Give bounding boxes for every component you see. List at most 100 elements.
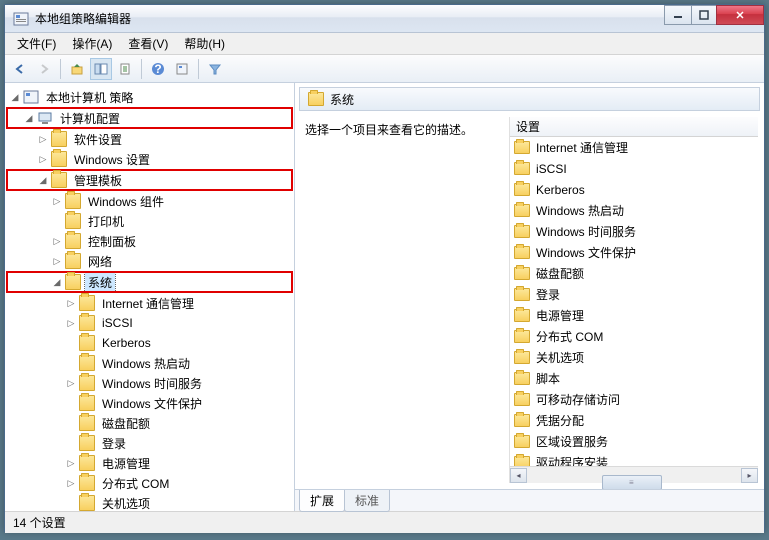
titlebar[interactable]: 本地组策略编辑器 xyxy=(5,5,764,33)
list-item[interactable]: 登录 xyxy=(510,284,758,305)
back-button[interactable] xyxy=(9,58,31,80)
expand-icon[interactable]: ▷ xyxy=(65,477,77,489)
toolbar: ? xyxy=(5,55,764,83)
collapse-icon[interactable]: ◢ xyxy=(23,112,35,124)
list-item[interactable]: 关机选项 xyxy=(510,347,758,368)
tree-label: 管理模板 xyxy=(71,171,125,190)
list-item[interactable]: Windows 热启动 xyxy=(510,200,758,221)
list-item[interactable]: Windows 时间服务 xyxy=(510,221,758,242)
folder-icon xyxy=(514,141,530,154)
tree-software-settings[interactable]: ▷ 软件设置 xyxy=(7,129,292,149)
show-hide-tree-button[interactable] xyxy=(90,58,112,80)
list-item[interactable]: Internet 通信管理 xyxy=(510,137,758,158)
tree-item[interactable]: Windows 文件保护 xyxy=(7,393,292,413)
tree-item[interactable]: 关机选项 xyxy=(7,493,292,511)
blank-toggle xyxy=(65,337,77,349)
up-button[interactable] xyxy=(66,58,88,80)
tab-extended[interactable]: 扩展 xyxy=(299,490,345,512)
tree-item[interactable]: ▷iSCSI xyxy=(7,313,292,333)
item-label: 关机选项 xyxy=(536,349,584,366)
blank-toggle xyxy=(65,497,77,509)
maximize-button[interactable] xyxy=(691,5,717,25)
expand-icon[interactable]: ▷ xyxy=(51,195,63,207)
list-item[interactable]: 可移动存储访问 xyxy=(510,389,758,410)
tab-standard[interactable]: 标准 xyxy=(344,490,390,512)
scroll-left-button[interactable]: ◂ xyxy=(510,468,527,483)
collapse-icon[interactable]: ◢ xyxy=(9,91,21,103)
collapse-icon[interactable]: ◢ xyxy=(37,174,49,186)
tree-control-panel[interactable]: ▷ 控制面板 xyxy=(7,231,292,251)
tree-item[interactable]: 磁盘配额 xyxy=(7,413,292,433)
close-button[interactable] xyxy=(716,5,764,25)
tree-item[interactable]: ▷Internet 通信管理 xyxy=(7,293,292,313)
expand-icon[interactable]: ▷ xyxy=(65,317,77,329)
list-item[interactable]: 凭据分配 xyxy=(510,410,758,431)
app-icon xyxy=(13,11,29,27)
folder-icon xyxy=(65,193,81,209)
tree-item[interactable]: Windows 热启动 xyxy=(7,353,292,373)
list-item[interactable]: Kerberos xyxy=(510,179,758,200)
list-item[interactable]: iSCSI xyxy=(510,158,758,179)
scroll-right-button[interactable]: ▸ xyxy=(741,468,758,483)
list-item[interactable]: 区域设置服务 xyxy=(510,431,758,452)
filter-button[interactable] xyxy=(204,58,226,80)
expand-icon[interactable]: ▷ xyxy=(51,235,63,247)
tree-windows-components[interactable]: ▷ Windows 组件 xyxy=(7,191,292,211)
tree-computer-config[interactable]: ◢ 计算机配置 xyxy=(7,108,292,128)
menu-action[interactable]: 操作(A) xyxy=(64,33,120,54)
tree-network[interactable]: ▷ 网络 xyxy=(7,251,292,271)
tree-root[interactable]: ◢ 本地计算机 策略 xyxy=(7,87,292,107)
tree-label: 控制面板 xyxy=(85,232,139,251)
list-item[interactable]: 分布式 COM xyxy=(510,326,758,347)
computer-icon xyxy=(37,110,53,126)
list-item[interactable]: Windows 文件保护 xyxy=(510,242,758,263)
tree-item[interactable]: ▷分布式 COM xyxy=(7,473,292,493)
folder-icon xyxy=(79,455,95,471)
expand-icon[interactable]: ▷ xyxy=(65,377,77,389)
folder-icon xyxy=(65,233,81,249)
list-item[interactable]: 驱动程序安装 xyxy=(510,452,758,466)
menu-view[interactable]: 查看(V) xyxy=(120,33,176,54)
properties-button[interactable] xyxy=(171,58,193,80)
list-item[interactable]: 电源管理 xyxy=(510,305,758,326)
help-button[interactable]: ? xyxy=(147,58,169,80)
column-header-settings[interactable]: 设置 xyxy=(510,117,758,137)
main-window: 本地组策略编辑器 文件(F) 操作(A) 查看(V) 帮助(H) ? ◢ 本地计… xyxy=(4,4,765,532)
expand-icon[interactable]: ▷ xyxy=(37,153,49,165)
folder-icon xyxy=(514,435,530,448)
folder-icon xyxy=(514,393,530,406)
expand-icon[interactable]: ▷ xyxy=(37,133,49,145)
tree-admin-templates[interactable]: ◢ 管理模板 xyxy=(7,170,292,190)
scroll-thumb[interactable]: ≡ xyxy=(602,475,662,489)
folder-icon xyxy=(514,456,530,466)
minimize-button[interactable] xyxy=(664,5,692,25)
tree-label: Windows 时间服务 xyxy=(99,374,205,393)
list-item[interactable]: 脚本 xyxy=(510,368,758,389)
menu-file[interactable]: 文件(F) xyxy=(9,33,64,54)
export-button[interactable] xyxy=(114,58,136,80)
horizontal-scrollbar[interactable]: ◂ ≡ ▸ xyxy=(510,466,758,483)
expand-icon[interactable]: ▷ xyxy=(51,255,63,267)
forward-button[interactable] xyxy=(33,58,55,80)
tree-printers[interactable]: 打印机 xyxy=(7,211,292,231)
tree-item[interactable]: ▷ Windows 时间服务 xyxy=(7,373,292,393)
tree-windows-settings[interactable]: ▷ Windows 设置 xyxy=(7,149,292,169)
item-label: 登录 xyxy=(536,286,560,303)
tabs: 扩展 标准 xyxy=(295,489,764,511)
folder-icon xyxy=(79,435,95,451)
tree-item[interactable]: ▷电源管理 xyxy=(7,453,292,473)
tree-item[interactable]: 登录 xyxy=(7,433,292,453)
tree-item[interactable]: Kerberos xyxy=(7,333,292,353)
tree-pane[interactable]: ◢ 本地计算机 策略 ◢ 计算机配置 ▷ 软件设置 ▷ Windows 设置 xyxy=(5,83,295,511)
tree-system[interactable]: ◢ 系统 xyxy=(7,272,292,292)
menu-help[interactable]: 帮助(H) xyxy=(176,33,233,54)
expand-icon[interactable]: ▷ xyxy=(65,297,77,309)
expand-icon[interactable]: ▷ xyxy=(65,457,77,469)
settings-list[interactable]: Internet 通信管理 iSCSI Kerberos Windows 热启动… xyxy=(510,137,758,466)
svg-text:?: ? xyxy=(154,62,161,76)
collapse-icon[interactable]: ◢ xyxy=(51,276,63,288)
tree-label: 系统 xyxy=(85,273,115,292)
list-item[interactable]: 磁盘配额 xyxy=(510,263,758,284)
folder-icon xyxy=(514,225,530,238)
item-label: Windows 时间服务 xyxy=(536,223,636,240)
